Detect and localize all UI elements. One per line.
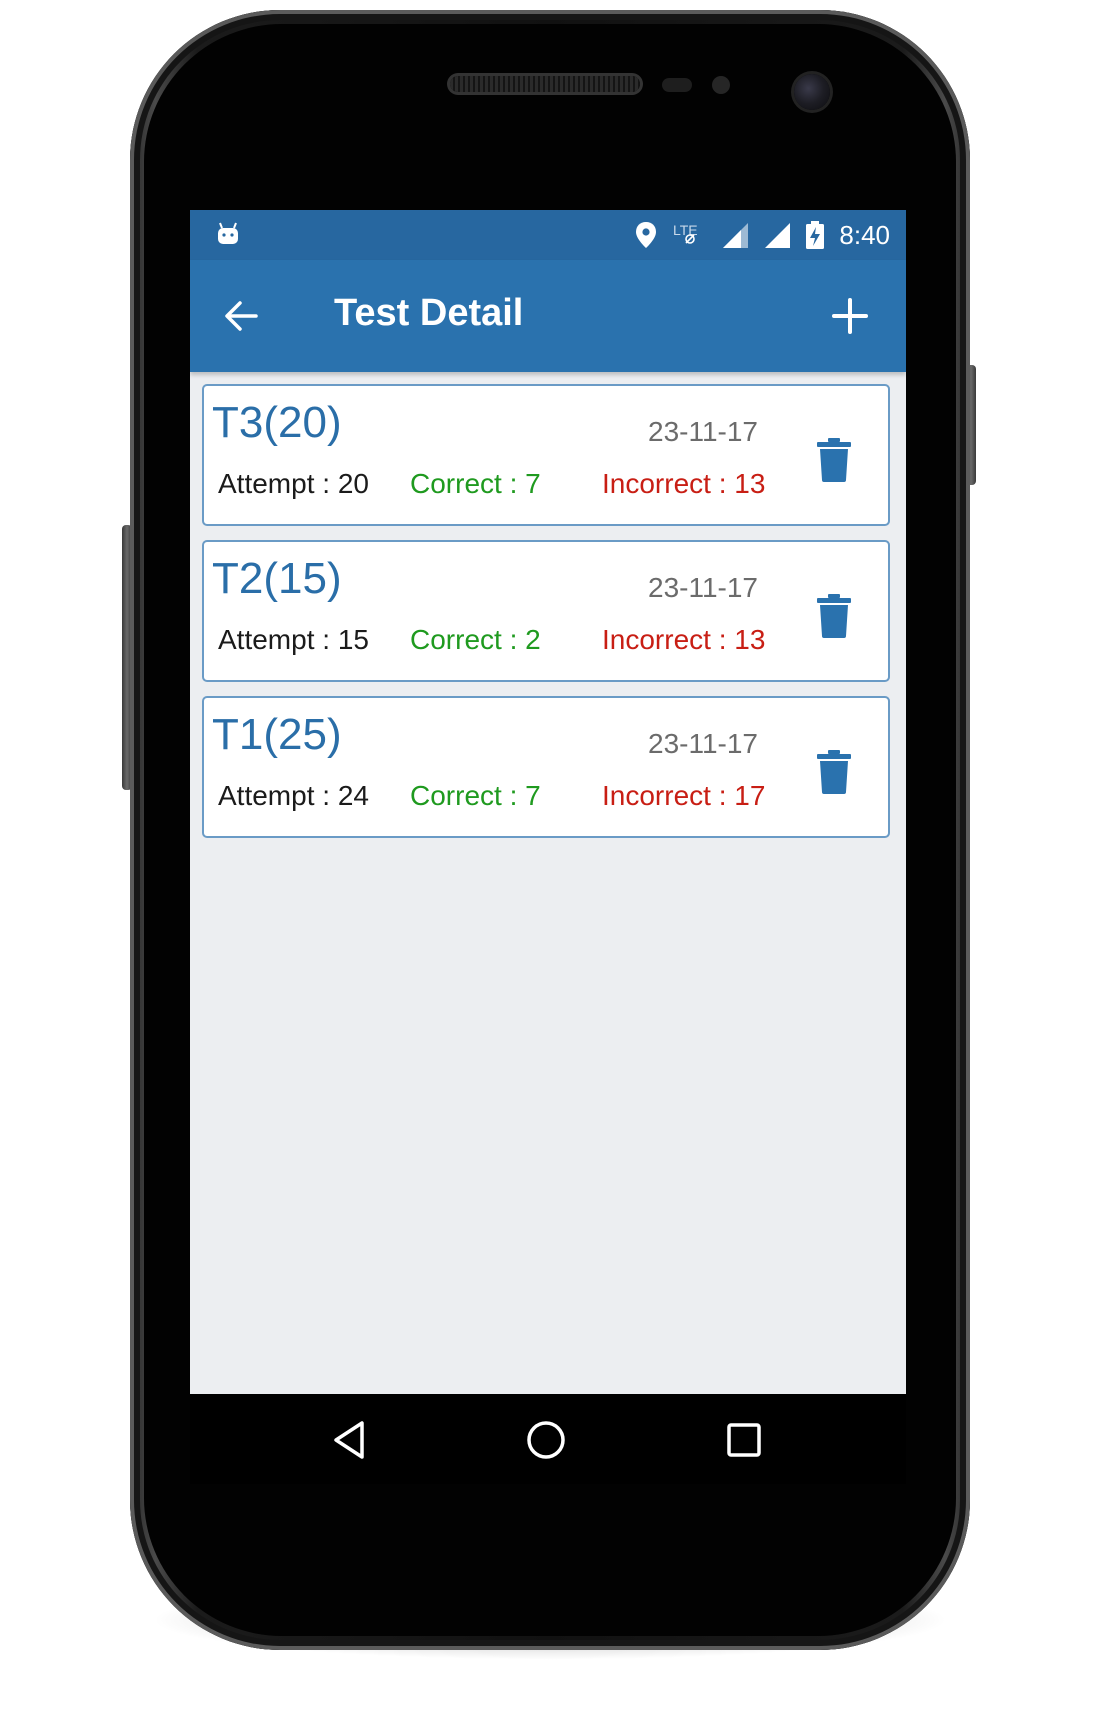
trash-icon <box>817 750 851 794</box>
incorrect-count: Incorrect : 13 <box>602 468 766 499</box>
triangle-back-icon <box>334 1421 364 1459</box>
test-card[interactable]: T2(15) 23-11-17 Attempt : 15 Correct : 2… <box>202 540 890 682</box>
nav-home-button[interactable] <box>522 1416 570 1464</box>
device-mockup: LTE 8:40 Test Detail T3(20) 23-11-17 Att… <box>0 0 1101 1709</box>
signal-icon <box>723 223 749 248</box>
screen: LTE 8:40 Test Detail T3(20) 23-11-17 Att… <box>190 210 906 1484</box>
nav-back-button[interactable] <box>328 1416 376 1464</box>
test-card[interactable]: T3(20) 23-11-17 Attempt : 20 Correct : 7… <box>202 384 890 526</box>
test-date: 23-11-17 <box>648 572 759 603</box>
correct-count: Correct : 7 <box>410 468 541 499</box>
android-icon <box>218 222 238 244</box>
light-sensor <box>712 76 730 94</box>
nav-recents-button[interactable] <box>720 1416 768 1464</box>
status-time: 8:40 <box>839 219 890 250</box>
lte-icon: LTE <box>673 222 698 244</box>
incorrect-count: Incorrect : 17 <box>602 780 766 811</box>
correct-count: Correct : 2 <box>410 624 541 655</box>
back-button[interactable] <box>222 296 262 336</box>
location-pin-icon <box>636 222 657 248</box>
app-bar: Test Detail <box>190 260 906 372</box>
incorrect-count: Incorrect : 13 <box>602 624 766 655</box>
status-bar: LTE 8:40 <box>190 210 906 260</box>
navigation-bar <box>190 1394 906 1484</box>
delete-button[interactable] <box>816 750 852 794</box>
test-date: 23-11-17 <box>648 416 759 447</box>
front-camera <box>794 74 830 110</box>
square-recents-icon <box>727 1423 761 1457</box>
test-title: T2(15) <box>212 554 342 603</box>
page-title: Test Detail <box>334 292 524 334</box>
test-title: T1(25) <box>212 710 342 759</box>
test-title: T3(20) <box>212 398 342 447</box>
delete-button[interactable] <box>816 594 852 638</box>
proximity-sensor <box>662 78 692 92</box>
test-date: 23-11-17 <box>648 728 759 759</box>
earpiece-speaker <box>450 76 640 92</box>
test-list: T3(20) 23-11-17 Attempt : 20 Correct : 7… <box>202 384 894 852</box>
test-card[interactable]: T1(25) 23-11-17 Attempt : 24 Correct : 7… <box>202 696 890 838</box>
trash-icon <box>817 438 851 482</box>
add-test-button[interactable] <box>828 294 872 338</box>
correct-count: Correct : 7 <box>410 780 541 811</box>
status-icons: LTE 8:40 <box>635 210 890 260</box>
signal-full-icon <box>765 223 791 248</box>
attempt-count: Attempt : 24 <box>218 780 369 811</box>
battery-charging-icon <box>806 221 825 249</box>
attempt-count: Attempt : 20 <box>218 468 369 499</box>
circle-home-icon <box>527 1421 565 1459</box>
trash-icon <box>817 594 851 638</box>
delete-button[interactable] <box>816 438 852 482</box>
attempt-count: Attempt : 15 <box>218 624 369 655</box>
